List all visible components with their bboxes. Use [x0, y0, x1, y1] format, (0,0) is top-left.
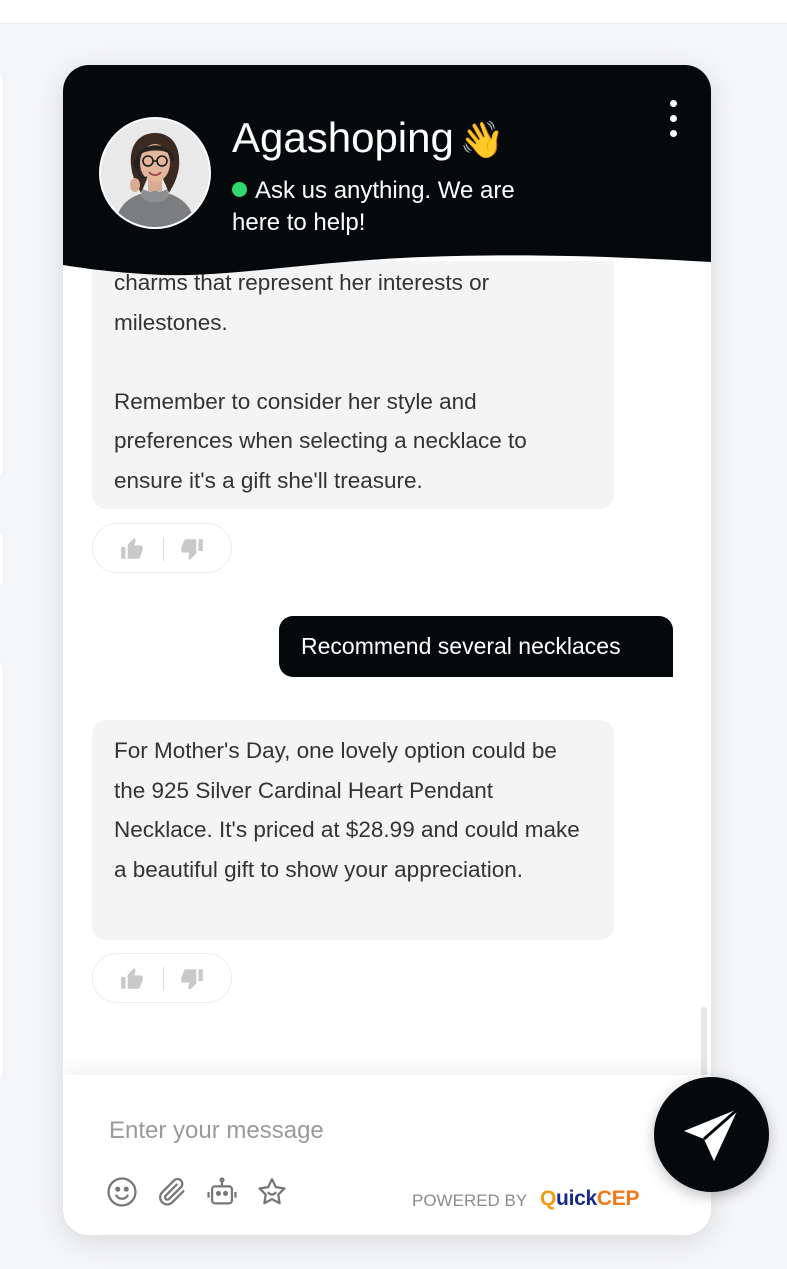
message-paragraph: Remember to consider her style and prefe…	[114, 388, 527, 493]
bot-icon[interactable]	[205, 1175, 239, 1209]
message-input[interactable]	[109, 1111, 589, 1151]
top-bar	[0, 0, 787, 24]
bot-message: For Mother's Day, one lovely option coul…	[92, 720, 614, 940]
message-paragraph: For Mother's Day, one lovely option coul…	[114, 738, 580, 882]
thumbs-down-icon[interactable]	[179, 966, 205, 992]
send-icon	[684, 1107, 739, 1161]
emoji-icon[interactable]	[105, 1175, 139, 1209]
attachment-icon[interactable]	[155, 1175, 189, 1209]
agent-avatar	[99, 117, 211, 229]
more-vertical-icon[interactable]	[659, 97, 687, 141]
chat-header: Agashoping 👋 Ask us anything. We are here…	[63, 65, 711, 285]
quickcep-logo[interactable]: QuickCEP	[540, 1187, 639, 1211]
background-panel	[0, 530, 4, 588]
feedback-bar	[92, 523, 232, 573]
thumbs-down-icon[interactable]	[179, 536, 205, 562]
status-text: Ask us anything. We are here to help!	[232, 177, 515, 236]
star-badge-icon[interactable]	[255, 1175, 289, 1209]
thumbs-up-icon[interactable]	[119, 966, 145, 992]
scrollbar[interactable]	[701, 1007, 707, 1075]
background-panel	[0, 72, 4, 477]
powered-by-label: POWERED BY	[412, 1191, 528, 1210]
bot-message: charms that represent her interests or m…	[92, 261, 614, 509]
background-panel	[0, 662, 4, 1080]
message-composer: POWERED BY QuickCEP	[63, 1075, 711, 1235]
send-button[interactable]	[654, 1077, 769, 1192]
online-status-icon	[232, 182, 247, 197]
feedback-divider	[163, 537, 164, 561]
status-line: Ask us anything. We are here to help!	[232, 175, 552, 239]
chat-widget: charms that represent her interests or m…	[63, 65, 711, 1235]
user-message: Recommend several necklaces	[279, 616, 673, 677]
agent-name: Agashoping 👋	[232, 114, 505, 161]
waving-hand-icon: 👋	[459, 119, 505, 160]
feedback-divider	[163, 967, 164, 991]
feedback-bar	[92, 953, 232, 1003]
thumbs-up-icon[interactable]	[119, 536, 145, 562]
